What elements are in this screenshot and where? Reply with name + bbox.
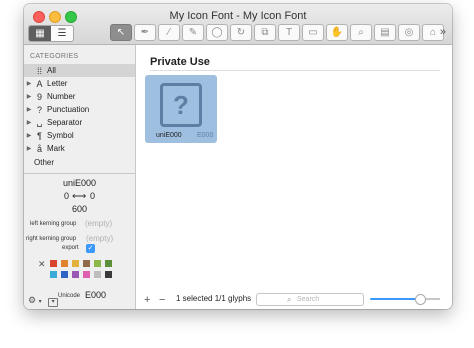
glyph-grid-area: Private Use ? uniE000 E000 + − 1 selecte… bbox=[136, 45, 452, 309]
sidebar-item-symbol[interactable]: ▶ ¶ Symbol bbox=[24, 129, 135, 142]
export-checkbox[interactable]: ✓ bbox=[86, 244, 95, 253]
left-kerning-field[interactable]: (empty) bbox=[85, 219, 112, 228]
color-swatch[interactable] bbox=[83, 271, 90, 278]
glyph-cell-code: E000 bbox=[197, 132, 214, 139]
glyph-cell[interactable]: ? uniE000 E000 bbox=[145, 75, 217, 143]
zoom-icon[interactable]: ⌕ bbox=[350, 24, 372, 41]
grid-dots-icon: ⁞⁞ bbox=[36, 65, 42, 76]
glyph-cell-name: uniE000 bbox=[156, 132, 182, 139]
unicode-field[interactable]: E000 bbox=[85, 290, 106, 300]
sidebar-item-all[interactable]: ⁞⁞ All bbox=[24, 64, 135, 77]
categories-header: CATEGORIES bbox=[30, 53, 79, 60]
sidebar-item-mark[interactable]: ▶ å Mark bbox=[24, 142, 135, 155]
sidebar-item-label: All bbox=[47, 66, 56, 75]
view-mode-toggle[interactable]: ▦ ☰ bbox=[28, 25, 74, 42]
sidebar-toggle-icon[interactable]: ▾ bbox=[48, 298, 59, 307]
title-bar: My Icon Font - My Icon Font ▦ ☰ ↖ ✒ ⁄ ✎ … bbox=[24, 4, 452, 45]
tool-palette: ↖ ✒ ⁄ ✎ ◯ ↻ ⧉ T ▭ ✋ ⌕ ▤ ◎ ⌂ bbox=[110, 24, 446, 41]
section-divider bbox=[150, 70, 440, 71]
disclosure-arrow-icon[interactable]: ▶ bbox=[24, 145, 34, 152]
pen-icon[interactable]: ✒ bbox=[134, 24, 156, 41]
brush-icon[interactable]: ⁄ bbox=[158, 24, 180, 41]
sidebar-item-label: Other bbox=[34, 158, 55, 167]
search-icon: ⌕ bbox=[287, 295, 292, 304]
window-title: My Icon Font - My Icon Font bbox=[169, 10, 307, 22]
sidebar-item-label: Mark bbox=[47, 144, 65, 153]
sidebar-item-letter[interactable]: ▶ A Letter bbox=[24, 77, 135, 90]
search-placeholder: Search bbox=[297, 296, 320, 303]
glyph-name-field[interactable]: uniE000 bbox=[24, 178, 135, 188]
disclosure-arrow-icon[interactable]: ▶ bbox=[24, 106, 34, 113]
number-icon: 9 bbox=[36, 91, 42, 102]
sidebar-item-separator[interactable]: ▶ ␣ Separator bbox=[24, 116, 135, 129]
section-title: Private Use bbox=[150, 56, 210, 68]
left-kerning-label: left kerning group bbox=[30, 221, 77, 227]
chevron-down-icon[interactable]: ▾ bbox=[39, 299, 42, 305]
color-swatch[interactable] bbox=[61, 260, 68, 267]
ruler-icon[interactable]: ▤ bbox=[374, 24, 396, 41]
unicode-label: Unicode bbox=[58, 293, 81, 299]
color-swatch[interactable] bbox=[105, 260, 112, 267]
mark-icon: å bbox=[36, 143, 42, 154]
sidebar-item-label: Letter bbox=[47, 79, 68, 88]
zoom-slider-knob[interactable] bbox=[415, 294, 426, 305]
no-color-icon[interactable]: ✕ bbox=[38, 259, 46, 270]
sidebar-item-label: Punctuation bbox=[47, 105, 90, 114]
ellipse-icon[interactable]: ◯ bbox=[206, 24, 228, 41]
gear-icon[interactable]: ⚙ bbox=[28, 295, 36, 305]
separator-icon: ␣ bbox=[36, 117, 43, 127]
right-sidebearing-field[interactable]: 0 bbox=[90, 191, 95, 201]
color-swatch[interactable] bbox=[94, 260, 101, 267]
sidebar-item-label: Symbol bbox=[47, 131, 74, 140]
pointer-icon[interactable]: ↖ bbox=[110, 24, 132, 41]
toolbar-overflow-icon[interactable]: » bbox=[440, 26, 446, 38]
color-swatch[interactable] bbox=[50, 271, 57, 278]
sidebar-item-punctuation[interactable]: ▶? Punctuation bbox=[24, 103, 135, 116]
text-icon[interactable]: T bbox=[278, 24, 300, 41]
placeholder-glyph-icon: ? bbox=[160, 83, 202, 127]
color-swatch[interactable] bbox=[83, 260, 90, 267]
right-kerning-field[interactable]: (empty) bbox=[86, 234, 113, 243]
punctuation-icon: ? bbox=[36, 104, 42, 115]
app-window: My Icon Font - My Icon Font ▦ ☰ ↖ ✒ ⁄ ✎ … bbox=[24, 4, 452, 309]
width-metrics-icon: ⟷ bbox=[72, 191, 87, 202]
rotate-icon[interactable]: ↻ bbox=[230, 24, 252, 41]
list-view-icon[interactable]: ☰ bbox=[51, 26, 73, 41]
sidebar-item-label: Number bbox=[47, 92, 76, 101]
color-swatch[interactable] bbox=[61, 271, 68, 278]
sidebar-item-other[interactable]: Other bbox=[24, 156, 135, 169]
hand-icon[interactable]: ✋ bbox=[326, 24, 348, 41]
remove-glyph-button[interactable]: − bbox=[159, 294, 165, 306]
letter-icon: A bbox=[36, 78, 43, 89]
export-label: export bbox=[62, 245, 79, 251]
sidebar-item-label: Separator bbox=[47, 118, 83, 127]
grid-view-icon[interactable]: ▦ bbox=[29, 26, 51, 41]
disclosure-arrow-icon[interactable]: ▶ bbox=[24, 93, 34, 100]
sidebar-item-number[interactable]: ▶ 9 Number bbox=[24, 90, 135, 103]
search-input[interactable]: ⌕ Search bbox=[256, 293, 364, 306]
sidebar-bottom-tools: ⚙ ▾ ▾ bbox=[28, 295, 59, 307]
globe-icon[interactable]: ◎ bbox=[398, 24, 420, 41]
speech-icon[interactable]: ▭ bbox=[302, 24, 324, 41]
disclosure-arrow-icon[interactable]: ▶ bbox=[24, 119, 34, 126]
add-glyph-button[interactable]: + bbox=[144, 294, 150, 306]
disclosure-arrow-icon[interactable]: ▶ bbox=[24, 132, 34, 139]
color-swatch[interactable] bbox=[94, 271, 101, 278]
color-swatch[interactable] bbox=[72, 260, 79, 267]
color-swatch[interactable] bbox=[72, 271, 79, 278]
selection-status: 1 selected 1/1 glyphs bbox=[176, 294, 252, 303]
left-sidebearing-field[interactable]: 0 bbox=[64, 191, 69, 201]
scale-icon[interactable]: ⧉ bbox=[254, 24, 276, 41]
glyph-width-field[interactable]: 600 bbox=[24, 204, 135, 214]
right-kerning-label: right kerning group bbox=[26, 236, 77, 242]
color-swatch[interactable] bbox=[50, 260, 57, 267]
zoom-slider[interactable] bbox=[370, 298, 420, 300]
symbol-icon: ¶ bbox=[37, 130, 42, 141]
glyph-info-panel: uniE000 0 ⟷ 0 600 left kerning group (em… bbox=[24, 173, 135, 309]
disclosure-arrow-icon[interactable]: ▶ bbox=[24, 80, 34, 87]
bottom-bar: + − 1 selected 1/1 glyphs ⌕ Search bbox=[136, 291, 452, 309]
categories-sidebar: CATEGORIES ⁞⁞ All ▶ A Letter ▶ 9 Number ▶?… bbox=[24, 45, 136, 309]
pencil-icon[interactable]: ✎ bbox=[182, 24, 204, 41]
color-swatch[interactable] bbox=[105, 271, 112, 278]
